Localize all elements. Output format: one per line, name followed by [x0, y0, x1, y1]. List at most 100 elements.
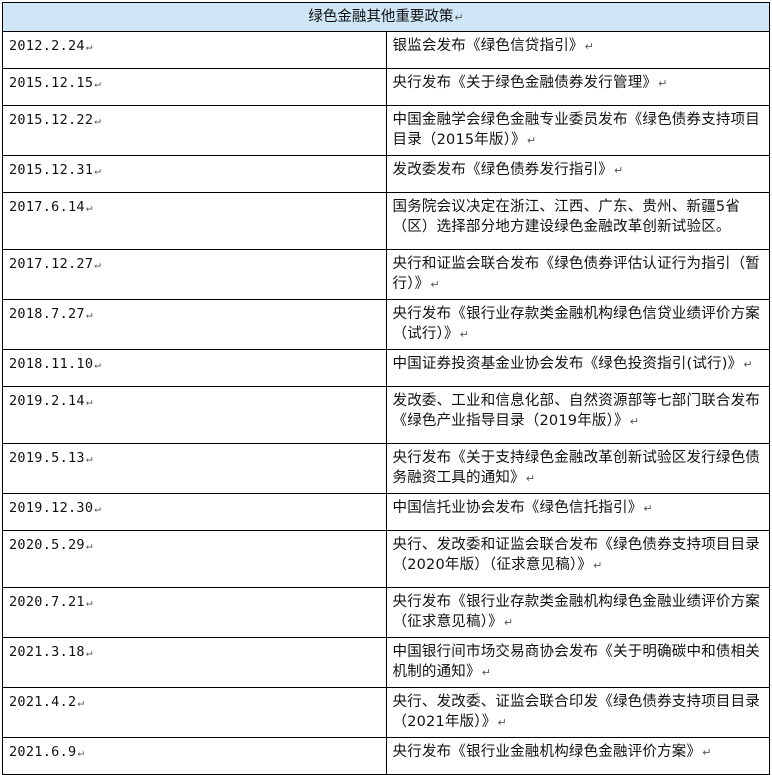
paragraph-mark-icon: ↵ [85, 539, 93, 552]
date-cell: 2020.5.29↵ [2, 530, 387, 588]
date-cell: 2020.7.21↵ [2, 587, 387, 638]
paragraph-mark-icon: ↵ [454, 10, 464, 24]
table-row: 2021.6.9↵ 央行发布《银行业金融机构绿色金融评价方案》↵ [2, 737, 770, 775]
date-cell: 2021.3.18↵ [2, 637, 387, 688]
policy-cell: 央行发布《银行业存款类金融机构绿色金融业绩评价方案（征求意见稿）》↵ [385, 587, 770, 638]
policy-cell: 央行发布《关于支持绿色金融改革创新试验区发行绿色债务融资工具的通知》↵ [385, 443, 770, 494]
table-title: 绿色金融其他重要政策↵ [2, 2, 770, 32]
paragraph-mark-icon: ↵ [459, 328, 470, 341]
table-row: 2018.7.27↵ 央行发布《银行业存款类金融机构绿色信贷业绩评价方案（试行）… [2, 299, 770, 350]
policy-cell: 央行和证监会联合发布《绿色债券评估认证行为指引（暂行）》↵ [385, 249, 770, 300]
policy-text: 央行发布《关于支持绿色金融改革创新试验区发行绿色债务融资工具的通知》 [392, 450, 760, 486]
policy-text: 央行发布《银行业存款类金融机构绿色信贷业绩评价方案（试行）》 [392, 306, 760, 342]
date-text: 2021.4.2 [9, 694, 77, 710]
paragraph-mark-icon: ↵ [614, 164, 624, 177]
date-cell: 2017.6.14↵ [2, 192, 387, 250]
date-text: 2018.7.27 [9, 306, 85, 322]
paragraph-mark-icon: ↵ [526, 134, 537, 147]
policy-text: 央行和证监会联合发布《绿色债券评估认证行为指引（暂行）》 [392, 256, 760, 292]
date-text: 2017.12.27 [9, 256, 94, 272]
table-row: 2017.12.27 ↵ 央行和证监会联合发布《绿色债券评估认证行为指引（暂行）》… [2, 249, 770, 300]
date-text: 2015.12.22 [9, 112, 94, 128]
paragraph-mark-icon: ↵ [584, 40, 595, 53]
paragraph-mark-icon: ↵ [658, 77, 668, 90]
paragraph-mark-icon: ↵ [85, 40, 93, 53]
date-text: 2019.2.14 [9, 393, 85, 409]
policy-text: 央行、发改委和证监会联合发布《绿色债券支持项目目录（2020年版）（征求意见稿）… [392, 537, 760, 573]
table-row: 2018.11.10↵ 中国证券投资基金业协会发布《绿色投资指引(试行)》↵ [2, 349, 770, 387]
policy-cell: 央行发布《银行业金融机构绿色金融评价方案》↵ [385, 737, 770, 775]
date-text: 2018.11.10 [9, 356, 94, 372]
paragraph-mark-icon: ↵ [94, 502, 102, 515]
policy-text: 央行、发改委、证监会联合印发《绿色债券支持项目目录（2021年版）》 [392, 694, 760, 730]
policy-cell: 中国金融学会绿色金融专业委员发布《绿色债券支持项目目录（2015年版）》↵ [385, 105, 770, 156]
paragraph-mark-icon: ↵ [481, 666, 492, 679]
paragraph-mark-icon: ↵ [503, 616, 514, 629]
policy-text: 发改委发布《绿色债券发行指引》 [392, 162, 613, 178]
table-title-text: 绿色金融其他重要政策 [308, 8, 454, 25]
policy-text: 中国银行间市场交易商协会发布《关于明确碳中和债相关机制的通知》 [392, 644, 760, 680]
table-row: 2021.3.18↵ 中国银行间市场交易商协会发布《关于明确碳中和债相关机制的通… [2, 637, 770, 688]
paragraph-mark-icon: ↵ [593, 559, 603, 572]
paragraph-mark-icon: ↵ [85, 646, 93, 659]
paragraph-mark-icon: ↵ [702, 746, 712, 759]
date-cell: 2021.4.2↵ [2, 687, 387, 738]
date-cell: 2018.7.27↵ [2, 299, 387, 350]
table-row: 2015.12.15↵ 央行发布《关于绿色金融债券发行管理》↵ [2, 68, 770, 106]
date-cell: 2019.2.14↵ [2, 386, 387, 444]
date-cell: 2015.12.31↵ [2, 155, 387, 193]
date-cell: 2018.11.10↵ [2, 349, 387, 387]
date-text: 2020.7.21 [9, 594, 85, 610]
paragraph-mark-icon: ↵ [85, 395, 93, 408]
date-cell: 2015.12.15↵ [2, 68, 387, 106]
table-row: 2019.12.30↵ 中国信托业协会发布《绿色信托指引》↵ [2, 493, 770, 531]
policy-text: 中国证券投资基金业协会发布《绿色投资指引(试行)》 [392, 356, 743, 372]
paragraph-mark-icon: ↵ [743, 358, 753, 371]
paragraph-mark-icon: ↵ [85, 201, 93, 214]
policy-cell: 国务院会议决定在浙江、江西、广东、贵州、新疆5省（区）选择部分地方建设绿色金融改… [385, 192, 770, 250]
date-text: 2015.12.15 [9, 75, 94, 91]
policy-cell: 央行发布《关于绿色金融债券发行管理》↵ [385, 68, 770, 106]
date-text: 2012.2.24 [9, 38, 85, 54]
policy-cell: 央行、发改委和证监会联合发布《绿色债券支持项目目录（2020年版）（征求意见稿）… [385, 530, 770, 588]
date-cell: 2019.12.30↵ [2, 493, 387, 531]
date-text: 2020.5.29 [9, 537, 85, 553]
paragraph-mark-icon: ↵ [497, 716, 507, 729]
date-text: 2019.5.13 [9, 450, 85, 466]
table-row: 2015.12.22↵ 中国金融学会绿色金融专业委员发布《绿色债券支持项目目录（… [2, 105, 770, 156]
paragraph-mark-icon: ↵ [430, 278, 440, 291]
paragraph-mark-icon: ↵ [85, 596, 93, 609]
policy-text: 银监会发布《绿色信贷指引》 [392, 38, 584, 54]
table-row: 2020.5.29↵ 央行、发改委和证监会联合发布《绿色债券支持项目目录（202… [2, 530, 770, 588]
table-header-row: 绿色金融其他重要政策↵ [2, 2, 770, 32]
table-row: 2019.5.13 ↵ 央行发布《关于支持绿色金融改革创新试验区发行绿色债务融资工… [2, 443, 770, 494]
policy-table: 绿色金融其他重要政策↵ 2012.2.24↵ 银监会发布《绿色信贷指引》↵ 20… [2, 2, 770, 775]
paragraph-mark-icon: ↵ [525, 472, 536, 485]
table-row: 2020.7.21↵ 央行发布《银行业存款类金融机构绿色金融业绩评价方案（征求意… [2, 587, 770, 638]
paragraph-mark-icon: ↵ [629, 415, 640, 428]
date-cell: 2012.2.24↵ [2, 31, 387, 69]
table-row: 2019.2.14↵ 发改委、工业和信息化部、自然资源部等七部门联合发布《绿色产… [2, 386, 770, 444]
paragraph-mark-icon: ↵ [77, 696, 85, 709]
policy-cell: 银监会发布《绿色信贷指引》↵ [385, 31, 770, 69]
date-text: 2021.3.18 [9, 644, 85, 660]
paragraph-mark-icon: ↵ [77, 746, 85, 759]
policy-text: 中国信托业协会发布《绿色信托指引》 [392, 500, 643, 516]
date-cell: 2021.6.9↵ [2, 737, 387, 775]
policy-text: 央行发布《银行业存款类金融机构绿色金融业绩评价方案（征求意见稿）》 [392, 594, 760, 630]
table-row: 2015.12.31↵ 发改委发布《绿色债券发行指引》↵ [2, 155, 770, 193]
policy-text: 发改委、工业和信息化部、自然资源部等七部门联合发布《绿色产业指导目录（2019年… [392, 393, 760, 429]
policy-cell: 中国证券投资基金业协会发布《绿色投资指引(试行)》↵ [385, 349, 770, 387]
policy-cell: 发改委发布《绿色债券发行指引》↵ [385, 155, 770, 193]
paragraph-mark-icon: ↵ [94, 114, 102, 127]
policy-text: 国务院会议决定在浙江、江西、广东、贵州、新疆5省（区）选择部分地方建设绿色金融改… [392, 199, 741, 235]
policy-text: 央行发布《关于绿色金融债券发行管理》 [392, 75, 658, 91]
policy-cell: 央行发布《银行业存款类金融机构绿色信贷业绩评价方案（试行）》↵ [385, 299, 770, 350]
policy-text: 中国金融学会绿色金融专业委员发布《绿色债券支持项目目录（2015年版）》 [392, 112, 760, 148]
policy-cell: 中国信托业协会发布《绿色信托指引》↵ [385, 493, 770, 531]
policy-cell: 央行、发改委、证监会联合印发《绿色债券支持项目目录（2021年版）》↵ [385, 687, 770, 738]
date-text: 2021.6.9 [9, 744, 77, 760]
table-row: 2017.6.14↵ 国务院会议决定在浙江、江西、广东、贵州、新疆5省（区）选择… [2, 192, 770, 250]
paragraph-mark-icon: ↵ [94, 358, 102, 371]
date-text: 2017.6.14 [9, 199, 85, 215]
